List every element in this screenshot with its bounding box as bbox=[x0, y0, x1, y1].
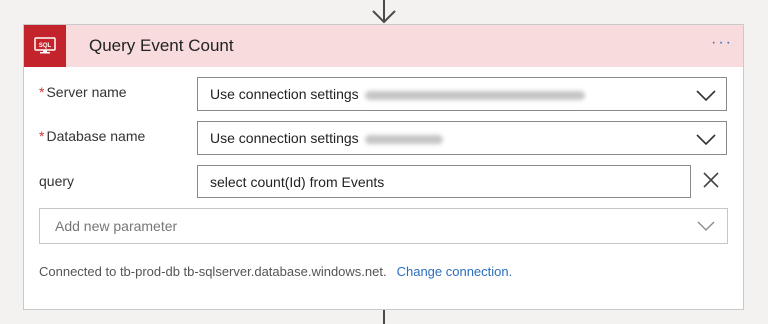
database-name-select[interactable]: Use connection settings bbox=[197, 121, 727, 155]
change-connection-link[interactable]: Change connection. bbox=[397, 264, 513, 279]
server-name-label: * Server name bbox=[39, 84, 127, 100]
chevron-down-icon bbox=[696, 90, 716, 102]
server-name-value: Use connection settings bbox=[210, 86, 585, 102]
action-header[interactable]: SQL Query Event Count ··· bbox=[24, 25, 743, 67]
query-value: select count(Id) from Events bbox=[210, 174, 385, 190]
add-new-parameter-placeholder: Add new parameter bbox=[55, 218, 178, 234]
query-label: query bbox=[39, 173, 75, 189]
more-options-button[interactable]: ··· bbox=[711, 34, 733, 52]
database-name-hint bbox=[364, 134, 443, 144]
connection-info: Connected to tb-prod-db tb-sqlserver.dat… bbox=[39, 264, 512, 279]
arrow-down-icon bbox=[372, 2, 396, 24]
action-card: SQL Query Event Count ··· * Server name U… bbox=[23, 24, 744, 310]
flow-connector-bottom bbox=[383, 310, 385, 324]
add-new-parameter-dropdown[interactable]: Add new parameter bbox=[39, 208, 728, 244]
chevron-down-icon bbox=[697, 221, 715, 231]
database-name-value: Use connection settings bbox=[210, 130, 443, 146]
server-name-hint bbox=[364, 90, 585, 100]
svg-text:SQL: SQL bbox=[39, 43, 52, 49]
required-marker: * bbox=[39, 84, 45, 100]
connection-status: Connected to tb-prod-db tb-sqlserver.dat… bbox=[39, 264, 387, 279]
action-title: Query Event Count bbox=[89, 36, 234, 55]
query-input[interactable]: select count(Id) from Events bbox=[197, 165, 691, 198]
required-marker: * bbox=[39, 128, 45, 144]
server-name-select[interactable]: Use connection settings bbox=[197, 77, 727, 111]
close-icon[interactable] bbox=[701, 170, 721, 190]
sql-database-icon: SQL bbox=[24, 25, 66, 67]
database-name-label: * Database name bbox=[39, 128, 146, 144]
chevron-down-icon bbox=[696, 134, 716, 146]
